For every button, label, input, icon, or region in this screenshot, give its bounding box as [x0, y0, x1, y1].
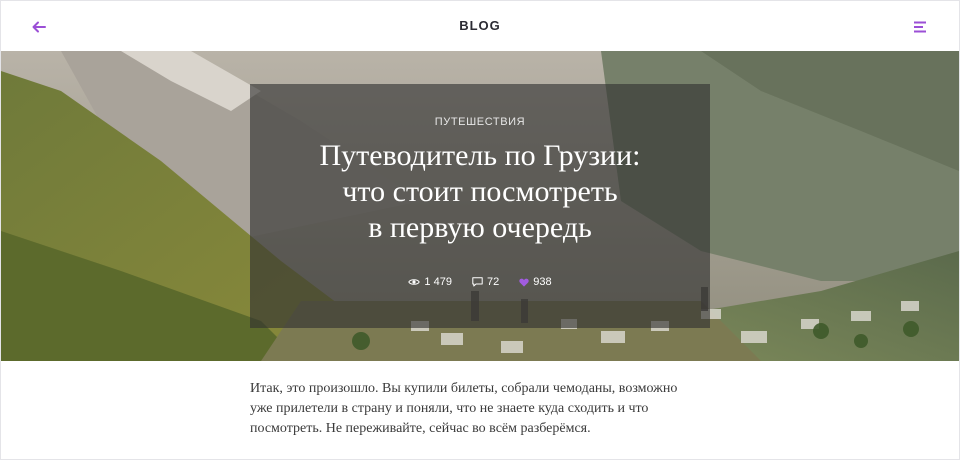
hamburger-menu-icon [914, 21, 926, 33]
article-stats: 1 479 72 938 [250, 276, 710, 288]
menu-button[interactable] [909, 15, 933, 39]
article-paragraph-line: посмотреть. Не переживайте, сейчас во вс… [250, 421, 591, 436]
brand-title[interactable]: BLOG [1, 18, 959, 33]
article-title-line: в первую очередь [368, 211, 592, 244]
likes-stat[interactable]: 938 [519, 276, 552, 288]
likes-count: 938 [533, 276, 552, 288]
article-title-line: Путеводитель по Грузии: [319, 139, 641, 172]
views-stat: 1 479 [408, 276, 452, 288]
eye-icon [408, 279, 421, 285]
views-count: 1 479 [424, 276, 452, 288]
heart-icon [519, 278, 529, 287]
top-bar: BLOG [1, 1, 959, 51]
article-paragraph-line: Итак, это произошло. Вы купили билеты, с… [250, 381, 678, 396]
article-paragraph-line: уже прилетели в страну и поняли, что не … [250, 401, 649, 416]
comments-count: 72 [486, 276, 500, 288]
hero-banner: ПУТЕШЕСТВИЯ Путеводитель по Грузии: что … [1, 51, 959, 361]
article-title: Путеводитель по Грузии: что стоит посмот… [250, 138, 710, 246]
comment-icon [472, 277, 483, 287]
category-label[interactable]: ПУТЕШЕСТВИЯ [250, 116, 710, 128]
article-intro: Итак, это произошло. Вы купили билеты, с… [250, 379, 710, 439]
app-window: BLOG ПУТЕШЕСТВИЯ Путеводитель по Грузии:… [0, 0, 960, 460]
article-header-card: ПУТЕШЕСТВИЯ Путеводитель по Грузии: что … [250, 84, 710, 328]
article-title-line: что стоит посмотреть [342, 175, 618, 208]
comments-stat[interactable]: 72 [472, 276, 499, 288]
